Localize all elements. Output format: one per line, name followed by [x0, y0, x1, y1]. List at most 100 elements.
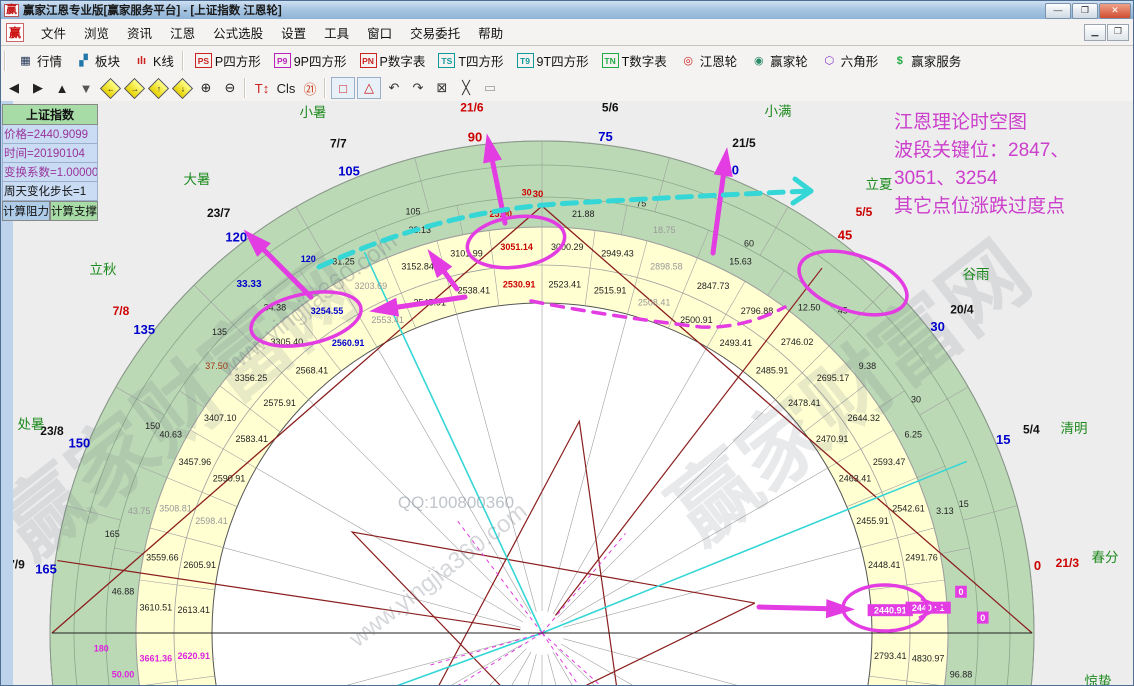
param-field: 变换系数=1.00000: [2, 163, 98, 182]
triangle-tool-button[interactable]: △: [357, 77, 381, 99]
percent-ring-value: 46.88: [112, 587, 135, 597]
menu-items: 文件浏览资讯江恩公式选股设置工具窗口交易委托帮助: [32, 20, 512, 45]
watermark-qq: QQ:100800360: [398, 493, 514, 512]
mdi-window-buttons: ▁❐: [1083, 24, 1129, 41]
price-minor-ring-value: 2515.91: [594, 286, 627, 296]
9p-square-button[interactable]: P99P四方形: [269, 49, 352, 72]
toolbar-separator: [324, 78, 326, 98]
maximize-button[interactable]: ❐: [1072, 3, 1098, 19]
price-minor-ring-value: 2560.91: [332, 338, 365, 348]
percent-ring-value: 18.75: [653, 225, 676, 235]
t-table-label: T数字表: [622, 51, 667, 70]
back-button[interactable]: ◀: [3, 78, 25, 98]
price-minor-ring-value: 2463.41: [839, 474, 872, 484]
forward-button[interactable]: ▶: [27, 78, 49, 98]
time-axis-button[interactable]: T↕: [251, 78, 273, 98]
screen-button[interactable]: ▭: [479, 78, 501, 98]
box-x-button[interactable]: ⊠: [431, 78, 453, 98]
quotes-button[interactable]: ▦行情: [12, 49, 67, 72]
price-major-ring-value: 2898.58: [650, 262, 683, 272]
pan-up-button[interactable]: ↑: [147, 78, 169, 98]
rotate-ccw-button[interactable]: ↶: [383, 78, 405, 98]
note-line: 3051、3254: [894, 165, 1069, 193]
p-table-button[interactable]: PNP数字表: [355, 49, 431, 72]
price-major-ring-value: 2491.76: [905, 553, 938, 563]
quotes-icon: ▦: [17, 53, 34, 68]
menu-item-工具[interactable]: 工具: [315, 20, 358, 45]
kline-label: K线: [153, 51, 174, 70]
spiral-number: 360: [13, 101, 20, 103]
percent-ring-value: 37.50: [205, 361, 228, 371]
rect-tool-button[interactable]: □: [331, 77, 355, 99]
outer-degree-label: 120: [225, 229, 247, 244]
price-minor-ring-value: 2448.41: [868, 560, 901, 570]
degree-ring-value: 150: [145, 421, 160, 431]
kline-button[interactable]: ılıK线: [128, 49, 179, 72]
p-square-button[interactable]: PSP四方形: [190, 49, 266, 72]
close-button[interactable]: ✕: [1099, 3, 1131, 19]
solar-term-label: 处暑: [18, 417, 45, 432]
extra-label: 30: [533, 189, 544, 200]
title-bar[interactable]: 赢 赢家江恩专业版[赢家服务平台] - [上证指数 江恩轮] —❐✕: [1, 1, 1133, 19]
t-table-button[interactable]: TNT数字表: [597, 49, 672, 72]
app-icon: 赢: [4, 4, 19, 17]
mdi-button-0[interactable]: ▁: [1084, 24, 1106, 41]
pan-right-button[interactable]: →: [123, 78, 145, 98]
sectors-button[interactable]: ▞板块: [70, 49, 125, 72]
param-field: 价格=2440.9099: [2, 125, 98, 144]
down-button[interactable]: ▼: [75, 78, 97, 98]
percent-ring-value: 3.13: [936, 506, 954, 516]
计算阻力-button[interactable]: 计算阻力: [2, 201, 50, 221]
menu-item-设置[interactable]: 设置: [272, 20, 315, 45]
9t-square-label: 9T四方形: [537, 51, 589, 70]
crosshair-button[interactable]: ╳: [455, 78, 477, 98]
pan-left-button[interactable]: ←: [99, 78, 121, 98]
menu-item-公式选股[interactable]: 公式选股: [204, 20, 272, 45]
menu-item-文件[interactable]: 文件: [32, 20, 75, 45]
price-major-ring-value: 2949.43: [601, 248, 634, 258]
price-minor-ring-value: 2590.91: [213, 474, 246, 484]
gann-wheel-button[interactable]: ◎江恩轮: [675, 49, 743, 72]
hexagon-icon: ⬡: [821, 53, 838, 68]
price-minor-ring-value: 2538.41: [458, 286, 491, 296]
menu-item-江恩[interactable]: 江恩: [161, 20, 204, 45]
solar-term-label: 立夏: [866, 177, 894, 192]
minimize-button[interactable]: —: [1045, 3, 1071, 19]
t-square-button[interactable]: TST四方形: [433, 49, 508, 72]
rotate-cw-button[interactable]: ↷: [407, 78, 429, 98]
price-major-ring-value: 3203.69: [355, 281, 388, 291]
up-button[interactable]: ▲: [51, 78, 73, 98]
hexagon-button[interactable]: ⬡六角形: [816, 49, 884, 72]
price-minor-ring-value: 2583.41: [236, 434, 269, 444]
menu-item-浏览[interactable]: 浏览: [75, 20, 118, 45]
9t-square-button[interactable]: T99T四方形: [512, 49, 594, 72]
zoom-out-button[interactable]: ⊖: [219, 78, 241, 98]
winner-service-button[interactable]: $赢家服务: [886, 49, 966, 72]
degree-ring-value: 165: [105, 529, 120, 539]
winner-service-icon: $: [891, 53, 908, 68]
mdi-button-1[interactable]: ❐: [1107, 24, 1129, 41]
solar-date-label: 7/9: [13, 558, 25, 572]
chart-workspace: 上证指数 价格=2440.9099时间=20190104变换系数=1.00000…: [1, 101, 1134, 686]
menu-item-帮助[interactable]: 帮助: [469, 20, 512, 45]
zoom-in-button[interactable]: ⊕: [195, 78, 217, 98]
menu-item-窗口[interactable]: 窗口: [358, 20, 401, 45]
application-window: 赢 赢家江恩专业版[赢家服务平台] - [上证指数 江恩轮] —❐✕ 赢 文件浏…: [0, 0, 1134, 686]
计算支撑-button[interactable]: 计算支撑: [50, 201, 98, 221]
solar-date-label: 5/6: [602, 101, 619, 114]
price-major-ring-value: 2847.73: [697, 281, 730, 291]
menu-item-资讯[interactable]: 资讯: [118, 20, 161, 45]
percent-ring-value: 12.50: [798, 303, 821, 313]
menu-item-交易委托[interactable]: 交易委托: [401, 20, 469, 45]
outer-degree-label: 75: [598, 129, 612, 144]
solar-term-label: 立秋: [90, 262, 117, 277]
param-field: 周天变化步长=1: [2, 182, 98, 201]
solar-date-label: 23/7: [207, 206, 231, 220]
calendar-button[interactable]: ㉑: [299, 78, 321, 98]
cls-button[interactable]: Cls: [275, 78, 297, 98]
price-major-ring-value: 3254.55: [311, 306, 344, 316]
solar-date-label: 7/7: [330, 137, 347, 151]
price-major-ring-value: 2644.32: [848, 413, 881, 423]
winner-wheel-button[interactable]: ◉赢家轮: [745, 49, 813, 72]
pan-down-button[interactable]: ↓: [171, 78, 193, 98]
